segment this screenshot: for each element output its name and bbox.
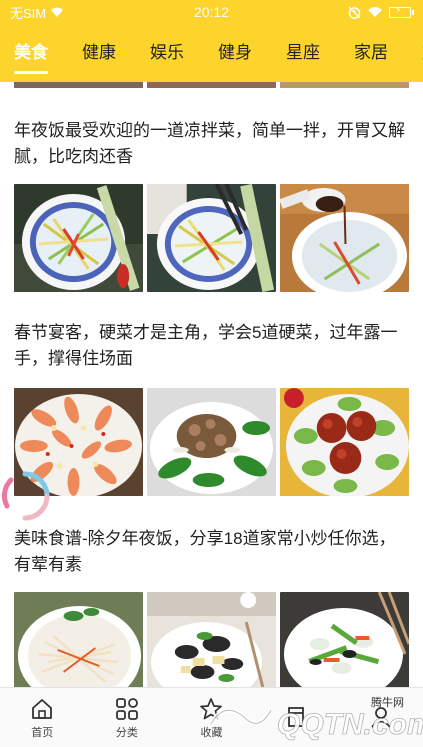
article-card[interactable]: 年夜饭最受欢迎的一道凉拌菜，简单一拌，开胃又解腻，比吃肉还香 xyxy=(0,88,423,292)
article-image-row xyxy=(14,592,409,687)
nav-bookmarks[interactable] xyxy=(254,688,339,747)
article-card[interactable]: 美味食谱-除夕年夜饭，分享18道家常小炒任你选，有荤有素 xyxy=(0,496,423,687)
tab-horoscope[interactable]: 星座 xyxy=(286,24,320,82)
tab-health[interactable]: 健康 xyxy=(82,24,116,82)
article-feed[interactable]: 年夜饭最受欢迎的一道凉拌菜，简单一拌，开胃又解腻，比吃肉还香 春节宴客，硬菜才是… xyxy=(0,82,423,687)
nav-home-label: 首页 xyxy=(31,726,54,739)
tab-fitness[interactable]: 健身 xyxy=(218,24,252,82)
bottom-navigation: 首页 分类 收藏 xyxy=(0,687,423,747)
article-card[interactable]: 春节宴客，硬菜才是主角，学会5道硬菜，过年露一手，撑得住场面 xyxy=(0,292,423,496)
category-tab-bar: 美食 健康 娱乐 健身 星座 家居 旅 xyxy=(0,24,423,82)
article-image-row xyxy=(14,184,409,292)
loading-spinner xyxy=(0,465,50,521)
battery-icon: ⚡ xyxy=(389,5,414,18)
status-bar: 无SIM 20:12 ⚡ xyxy=(0,0,423,24)
article-image[interactable] xyxy=(147,592,276,687)
article-image[interactable] xyxy=(280,592,409,687)
article-image[interactable] xyxy=(147,388,276,496)
tab-home[interactable]: 家居 xyxy=(354,24,388,82)
article-title[interactable]: 春节宴客，硬菜才是主角，学会5道硬菜，过年露一手，撑得住场面 xyxy=(14,292,409,388)
nav-favorites[interactable]: 收藏 xyxy=(169,688,254,747)
nav-category[interactable]: 分类 xyxy=(85,688,170,747)
article-title[interactable]: 美味食谱-除夕年夜饭，分享18道家常小炒任你选，有荤有素 xyxy=(14,496,409,592)
category-icon xyxy=(115,697,138,720)
status-time: 20:12 xyxy=(193,4,230,20)
star-icon xyxy=(200,697,223,719)
bookmark-icon xyxy=(288,706,304,727)
nav-category-label: 分类 xyxy=(115,726,138,739)
nav-profile[interactable] xyxy=(338,688,423,747)
home-icon xyxy=(32,698,53,719)
article-image[interactable] xyxy=(14,184,143,292)
article-image[interactable] xyxy=(280,184,409,292)
article-title[interactable]: 年夜饭最受欢迎的一道凉拌菜，简单一拌，开胃又解腻，比吃肉还香 xyxy=(14,88,409,184)
tab-entertainment[interactable]: 娱乐 xyxy=(150,24,184,82)
tab-food[interactable]: 美食 xyxy=(14,24,48,82)
article-image[interactable] xyxy=(280,388,409,496)
user-icon xyxy=(370,706,391,728)
nav-home[interactable]: 首页 xyxy=(0,688,85,747)
article-image[interactable] xyxy=(14,592,143,687)
article-image-row xyxy=(14,388,409,496)
article-image[interactable] xyxy=(147,184,276,292)
nav-favorites-label: 收藏 xyxy=(200,726,223,739)
previous-article-images xyxy=(0,82,423,88)
